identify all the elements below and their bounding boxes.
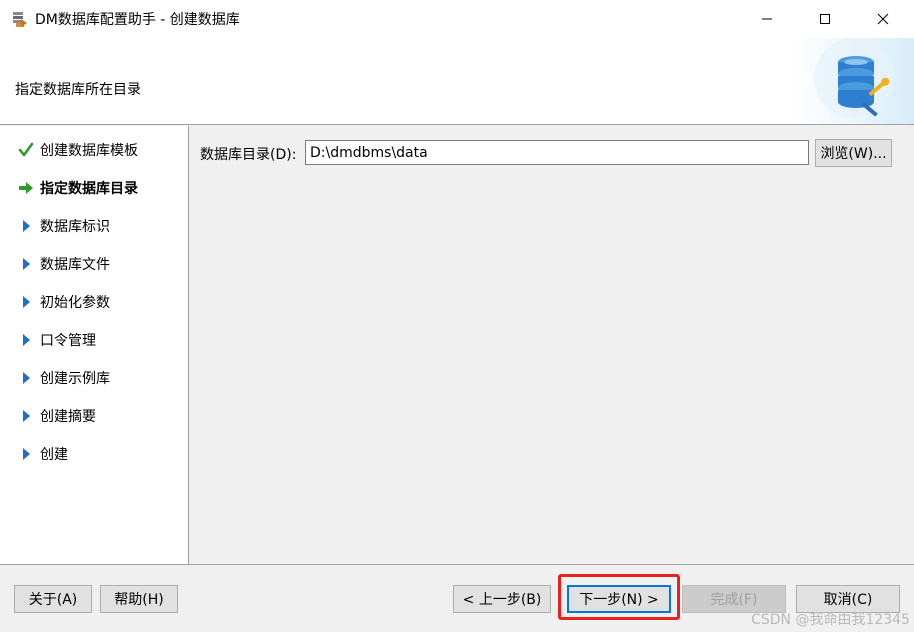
maximize-icon — [820, 14, 830, 24]
step-label: 创建示例库 — [40, 371, 110, 387]
triangle-right-icon — [18, 218, 34, 234]
step-label: 指定数据库目录 — [40, 181, 138, 197]
step-label: 数据库文件 — [40, 257, 110, 273]
maximize-button[interactable] — [796, 0, 854, 38]
step-label: 创建 — [40, 447, 68, 463]
step-create-template: 创建数据库模板 — [0, 138, 188, 162]
title-bar: DM数据库配置助手 - 创建数据库 — [0, 0, 914, 38]
step-init-params: 初始化参数 — [0, 290, 188, 314]
step-database-files: 数据库文件 — [0, 252, 188, 276]
triangle-right-icon — [18, 408, 34, 424]
browse-button[interactable]: 浏览(W)... — [815, 139, 892, 167]
step-create: 创建 — [0, 442, 188, 466]
close-icon — [877, 13, 889, 25]
step-specify-directory: 指定数据库目录 — [0, 176, 188, 200]
check-icon — [18, 142, 34, 158]
step-sample-db: 创建示例库 — [0, 366, 188, 390]
database-directory-label: 数据库目录(D): — [200, 147, 297, 163]
step-label: 创建数据库模板 — [40, 143, 138, 159]
triangle-right-icon — [18, 332, 34, 348]
arrow-right-icon — [18, 180, 34, 196]
database-directory-input[interactable] — [305, 140, 809, 165]
help-button[interactable]: 帮助(H) — [100, 585, 178, 613]
triangle-right-icon — [18, 446, 34, 462]
step-label: 创建摘要 — [40, 409, 96, 425]
step-label: 数据库标识 — [40, 219, 110, 235]
minimize-button[interactable] — [738, 0, 796, 38]
dm-installer-icon — [11, 10, 29, 28]
step-database-id: 数据库标识 — [0, 214, 188, 238]
triangle-right-icon — [18, 294, 34, 310]
triangle-right-icon — [18, 370, 34, 386]
step-label: 初始化参数 — [40, 295, 110, 311]
wizard-header: 指定数据库所在目录 — [0, 38, 914, 125]
previous-button[interactable]: < 上一步(B) — [453, 585, 551, 613]
next-button[interactable]: 下一步(N) > — [567, 585, 671, 613]
wizard-steps: 创建数据库模板 指定数据库目录 数据库标识 数据库文件 初始化参数 口令管理 创… — [0, 126, 189, 564]
step-label: 口令管理 — [40, 333, 96, 349]
step-subtitle: 指定数据库所在目录 — [15, 82, 141, 98]
window-title: DM数据库配置助手 - 创建数据库 — [35, 12, 240, 28]
triangle-right-icon — [18, 256, 34, 272]
step-summary: 创建摘要 — [0, 404, 188, 428]
step-password: 口令管理 — [0, 328, 188, 352]
step-content: 数据库目录(D): 浏览(W)... — [190, 126, 914, 564]
about-button[interactable]: 关于(A) — [14, 585, 92, 613]
database-tools-icon — [794, 38, 914, 124]
minimize-icon — [762, 18, 772, 20]
watermark-text: CSDN @我命由我12345 — [751, 612, 910, 628]
wizard-footer: 关于(A) 帮助(H) < 上一步(B) 下一步(N) > 完成(F) 取消(C… — [0, 564, 914, 632]
close-button[interactable] — [854, 0, 912, 38]
